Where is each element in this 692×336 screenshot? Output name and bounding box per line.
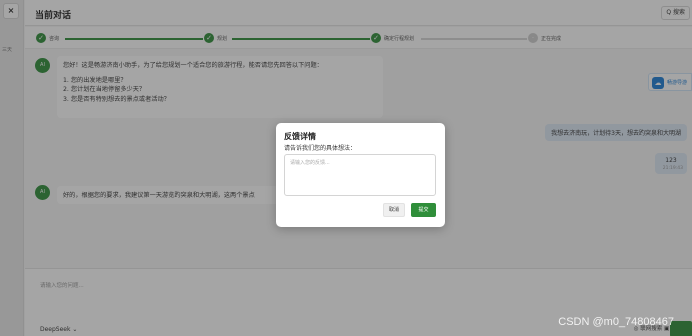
watermark: CSDN @m0_74808467 bbox=[558, 316, 674, 328]
feedback-textarea[interactable] bbox=[284, 154, 436, 196]
cancel-button[interactable]: 取消 bbox=[383, 203, 405, 217]
modal-title: 反馈详情 bbox=[284, 132, 316, 141]
modal-subtitle: 请告诉我们您的具体想法： bbox=[284, 145, 357, 152]
feedback-modal: 反馈详情 请告诉我们您的具体想法： 取消 提交 bbox=[276, 123, 445, 227]
submit-button[interactable]: 提交 bbox=[411, 203, 436, 217]
